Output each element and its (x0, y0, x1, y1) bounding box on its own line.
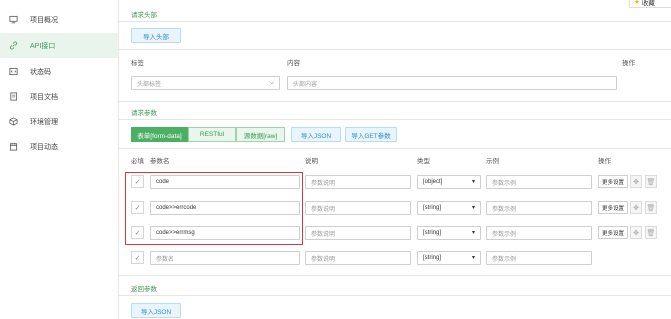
column-type: 类型 (417, 158, 430, 165)
tab-restful[interactable]: RESTful (188, 127, 236, 142)
param-desc-input[interactable]: 参数说明 (305, 175, 411, 189)
delete-icon[interactable]: 🗑 (645, 226, 657, 239)
sidebar-item-status-code[interactable]: 状态码 (0, 59, 118, 84)
caret-down-icon: ▾ (471, 179, 475, 185)
link-icon (8, 41, 18, 51)
delete-icon[interactable]: 🗑 (645, 201, 657, 214)
column-content: 内容 (287, 60, 300, 67)
headers-section-title: 请求头部 (131, 12, 157, 19)
move-icon[interactable]: ✥ (630, 201, 642, 214)
param-name-input[interactable]: 参数名 (150, 251, 300, 265)
divider (119, 295, 671, 296)
column-action: 操作 (598, 158, 611, 165)
sidebar-item-label: 项目动态 (30, 143, 58, 151)
column-example: 示例 (486, 158, 499, 165)
param-desc-input[interactable]: 参数说明 (305, 201, 411, 215)
cube-icon (8, 117, 18, 127)
sidebar-item-api[interactable]: API接口 (0, 33, 118, 58)
header-content-input[interactable]: 头部内容 (287, 76, 617, 90)
divider (119, 119, 671, 120)
highlight-box (125, 172, 303, 245)
column-label: 标签 (131, 60, 144, 67)
response-import-json-button[interactable]: 导入JSON (131, 303, 181, 318)
sidebar-item-overview[interactable]: 项目概况 (0, 7, 118, 32)
import-get-button[interactable]: 导入GET参数 (345, 127, 397, 142)
monitor-icon (8, 15, 18, 25)
code-icon (8, 67, 18, 77)
column-action: 操作 (622, 60, 635, 67)
response-section-title: 返回参数 (131, 286, 157, 293)
param-example-input[interactable]: 参数示例 (486, 251, 592, 265)
sidebar-item-label: API接口 (30, 42, 56, 50)
param-type-select[interactable]: [object] ▾ (417, 175, 481, 189)
tab-raw[interactable]: 源数据[raw] (236, 127, 285, 142)
column-required: 必填 (131, 158, 144, 165)
divider (119, 275, 671, 276)
params-section-title: 请求参数 (131, 110, 157, 117)
sidebar-item-label: 状态码 (30, 68, 51, 76)
chevron-down-icon: ⌵ (269, 80, 274, 86)
param-example-input[interactable]: 参数示例 (486, 175, 592, 189)
sidebar-item-label: 项目文档 (30, 93, 58, 101)
tab-form-data[interactable]: 表单[form-data] (131, 127, 188, 142)
param-type-select[interactable]: [string] ▾ (417, 201, 481, 215)
sidebar-item-env[interactable]: 环境管理 (0, 109, 118, 134)
sidebar: 项目概况 API接口 状态码 项目文档 环境管理 项目动态 (0, 0, 119, 319)
caret-down-icon: ▾ (471, 230, 475, 236)
header-label-select[interactable]: 头部标签 ⌵ (131, 76, 280, 90)
document-icon (8, 92, 18, 102)
sidebar-item-label: 环境管理 (30, 118, 58, 126)
sidebar-item-docs[interactable]: 项目文档 (0, 84, 118, 109)
caret-down-icon: ▾ (471, 205, 475, 211)
required-checkbox[interactable]: ✓ (131, 251, 144, 264)
more-settings-button[interactable]: 更多设置 (598, 226, 628, 239)
delete-icon[interactable]: 🗑 (645, 175, 657, 188)
param-type-select[interactable]: [string] ▾ (417, 251, 481, 265)
divider (119, 21, 671, 22)
main-content: 请求头部 导入头部 标签 内容 操作 头部标签 ⌵ 头部内容 请求参数 表单[f… (119, 0, 671, 319)
import-json-button[interactable]: 导入JSON (291, 127, 341, 142)
import-headers-button[interactable]: 导入头部 (131, 28, 181, 43)
caret-down-icon: ▾ (471, 255, 475, 261)
param-example-input[interactable]: 参数示例 (486, 201, 592, 215)
divider (119, 101, 671, 102)
calendar-icon (8, 142, 18, 152)
divider (119, 148, 671, 149)
move-icon[interactable]: ✥ (630, 175, 642, 188)
divider (119, 49, 671, 50)
param-type-select[interactable]: [string] ▾ (417, 226, 481, 240)
more-settings-button[interactable]: 更多设置 (598, 201, 628, 214)
param-desc-input[interactable]: 参数说明 (305, 251, 411, 265)
param-desc-input[interactable]: 参数说明 (305, 226, 411, 240)
more-settings-button[interactable]: 更多设置 (598, 175, 628, 188)
column-desc: 说明 (305, 158, 318, 165)
sidebar-item-activity[interactable]: 项目动态 (0, 134, 118, 159)
param-example-input[interactable]: 参数示例 (486, 226, 592, 240)
sidebar-item-label: 项目概况 (30, 16, 58, 24)
move-icon[interactable]: ✥ (630, 226, 642, 239)
column-param-name: 参数名 (150, 158, 170, 165)
